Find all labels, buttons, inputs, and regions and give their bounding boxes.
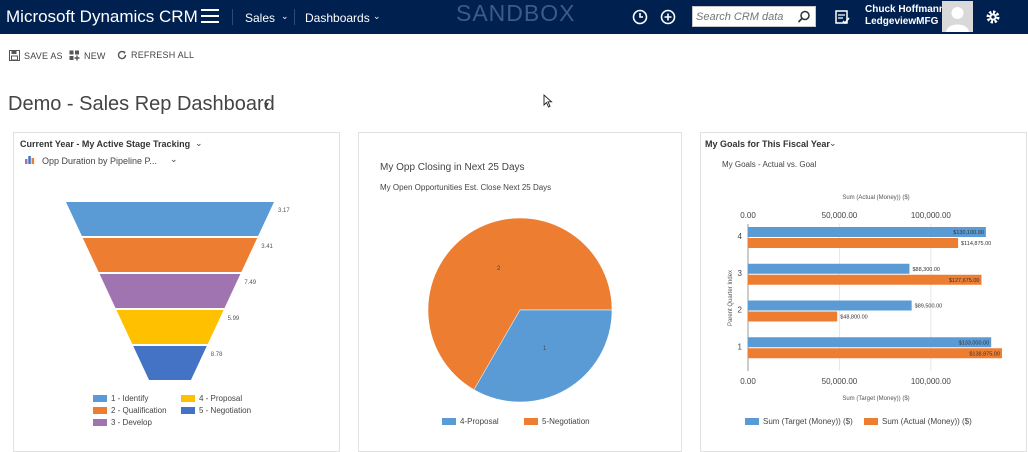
data-label: 8.78 <box>211 352 223 358</box>
tick-label: 0.00 <box>740 211 756 220</box>
funnel-segment <box>82 238 258 272</box>
legend-swatch <box>181 395 195 402</box>
bar <box>748 274 982 285</box>
goals-panel: My Goals for This Fiscal Year ⌄ My Goals… <box>700 132 1027 452</box>
nav-sales[interactable]: Sales <box>245 11 275 25</box>
gear-icon[interactable] <box>983 7 1003 27</box>
new-icon <box>69 50 80 61</box>
tick-label: 100,000.00 <box>911 211 952 220</box>
avatar[interactable] <box>942 1 973 32</box>
bar <box>748 348 1002 359</box>
funnel-chart: 3.17 3.41 7.49 5.99 8.78 1 - Identify 2 - Qual… <box>66 202 290 427</box>
user-org[interactable]: LedgeviewMFG <box>865 16 938 27</box>
plus-icon[interactable] <box>658 7 678 27</box>
bar <box>748 227 986 237</box>
category-label: 4 <box>738 232 743 241</box>
funnel-segment <box>133 346 207 380</box>
top-nav-bar: Microsoft Dynamics CRM Sales ⌄ Dashboard… <box>0 0 1028 34</box>
data-label: $127,675.00 <box>949 278 980 284</box>
user-name[interactable]: Chuck Hoffmann <box>865 4 945 15</box>
refresh-all-label: REFRESH ALL <box>131 50 195 60</box>
legend-swatch <box>524 418 538 425</box>
data-label: $48,800.00 <box>840 315 868 321</box>
stage-tracking-panel: Current Year - My Active Stage Tracking … <box>13 132 340 452</box>
legend-label: 1 - Identify <box>111 394 148 403</box>
refresh-icon <box>117 50 127 60</box>
data-label: 3.41 <box>261 244 273 250</box>
data-label: $89,500.00 <box>915 304 943 310</box>
legend-label: Sum (Actual (Money)) ($) <box>882 417 972 426</box>
legend-label: 3 - Develop <box>111 418 152 427</box>
legend-swatch <box>442 418 456 425</box>
app-brand[interactable]: Microsoft Dynamics CRM <box>6 7 198 27</box>
nav-divider <box>294 9 295 25</box>
category-label: 1 <box>738 342 743 351</box>
legend-swatch <box>745 418 759 425</box>
legend-label: 2 - Qualification <box>111 406 167 415</box>
legend-label: 4-Proposal <box>460 417 499 426</box>
legend-swatch <box>93 419 107 426</box>
legend-swatch <box>93 395 107 402</box>
bar <box>748 311 838 322</box>
legend-label: Sum (Target (Money)) ($) <box>763 417 853 426</box>
new-label: NEW <box>84 50 106 61</box>
data-label: $88,300.00 <box>912 267 940 273</box>
avatar-icon <box>946 7 969 32</box>
legend-swatch <box>181 407 195 414</box>
tick-label: 50,000.00 <box>822 377 858 386</box>
bar <box>748 263 910 274</box>
task-icon[interactable] <box>832 7 852 27</box>
legend-label: 5-Negotiation <box>542 417 590 426</box>
clock-icon[interactable] <box>630 7 650 27</box>
save-as-button[interactable]: SAVE AS <box>9 50 63 61</box>
goals-bar-chart: Sum (Actual (Money)) ($) Sum (Target (Mon… <box>728 195 1002 426</box>
bar <box>748 300 912 311</box>
chevron-down-icon[interactable]: ▾ <box>264 100 269 111</box>
page-title: Demo - Sales Rep Dashboard <box>8 93 275 115</box>
tick-label: 100,000.00 <box>911 377 952 386</box>
nav-dashboards[interactable]: Dashboards <box>305 11 370 25</box>
data-label: $138,875.00 <box>969 351 1000 357</box>
search-icon[interactable] <box>796 9 812 25</box>
top-axis-label: Sum (Actual (Money)) ($) <box>842 195 909 201</box>
refresh-all-button[interactable]: REFRESH ALL <box>117 50 194 60</box>
legend-label: 4 - Proposal <box>199 394 242 403</box>
data-label: 7.49 <box>244 280 256 286</box>
data-label: 5.99 <box>228 316 240 322</box>
pie-chart: 214-Proposal 5-Negotiation <box>427 217 613 426</box>
data-label: 3.17 <box>278 208 290 214</box>
data-label: $133,000.00 <box>959 340 990 346</box>
chevron-down-icon[interactable]: ⌄ <box>373 11 381 22</box>
funnel-segment <box>116 310 224 344</box>
category-label: 2 <box>738 306 743 315</box>
bottom-axis-label: Sum (Target (Money)) ($) <box>842 396 909 402</box>
category-label: 3 <box>738 269 743 278</box>
data-label: $130,100.00 <box>953 230 984 236</box>
tick-label: 0.00 <box>740 377 756 386</box>
search-box[interactable] <box>692 6 816 27</box>
closing-opps-panel: My Opp Closing in Next 25 Days My Open O… <box>358 132 682 452</box>
mouse-cursor-icon <box>543 94 553 108</box>
funnel-segment <box>99 274 241 308</box>
save-as-label: SAVE AS <box>24 50 63 61</box>
bar <box>748 337 992 348</box>
hamburger-icon[interactable] <box>201 9 219 23</box>
y-axis-label: Parent Quarter Index <box>728 270 734 326</box>
data-label: $114,875.00 <box>961 241 991 247</box>
legend-swatch <box>864 418 878 425</box>
search-input[interactable] <box>696 9 794 24</box>
legend-swatch <box>93 407 107 414</box>
save-icon <box>9 50 20 61</box>
chevron-down-icon[interactable]: ⌄ <box>281 11 289 22</box>
tick-label: 50,000.00 <box>822 211 858 220</box>
environment-label: SANDBOX <box>456 0 576 26</box>
legend-label: 5 - Negotiation <box>199 406 251 415</box>
nav-divider <box>232 9 233 25</box>
new-button[interactable]: NEW <box>69 50 106 61</box>
funnel-segment <box>66 202 274 236</box>
bar <box>748 238 959 248</box>
